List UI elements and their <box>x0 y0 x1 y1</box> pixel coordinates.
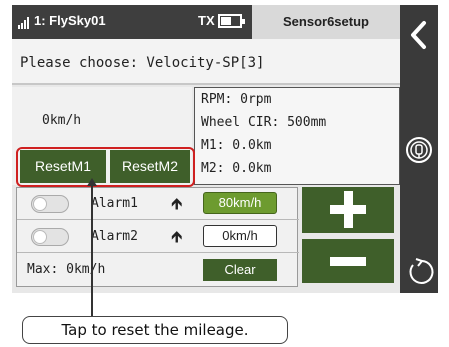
max-speed-label: Max: 0km/h <box>27 262 106 277</box>
model-name: 1: FlySky01 <box>34 13 106 28</box>
screen-title: Sensor6setup <box>252 5 400 39</box>
alarm2-row: Alarm2 🡹 0km/h <box>17 221 299 253</box>
rpm-readout: RPM: 0rpm <box>201 92 272 107</box>
alarm1-value-field[interactable]: 80km/h <box>203 192 277 214</box>
status-bar: 1: FlySky01 TX Sensor6setup <box>12 5 400 39</box>
plus-button[interactable] <box>302 187 394 233</box>
alarm2-value-field[interactable]: 0km/h <box>203 225 277 247</box>
callout-label: Tap to reset the mileage. <box>22 316 288 344</box>
bind-button[interactable] <box>405 135 433 165</box>
back-button[interactable] <box>404 15 434 55</box>
wheel-cir-readout: Wheel CIR: 500mm <box>201 115 327 130</box>
arrow-up-icon: 🡹 <box>171 229 183 246</box>
m1-readout: M1: 0.0km <box>201 138 272 153</box>
battery-icon <box>218 14 245 28</box>
rotate-button[interactable] <box>404 255 436 289</box>
alarm-panel: Alarm1 🡹 80km/h Alarm2 🡹 0km/h Max: 0km/… <box>16 187 299 287</box>
tx-label: TX <box>198 13 215 28</box>
alarm1-toggle[interactable] <box>31 195 69 213</box>
rotate-icon <box>409 258 434 284</box>
signal-bars-icon <box>18 17 32 29</box>
minus-button[interactable] <box>302 239 394 283</box>
device-screen: 1: FlySky01 TX Sensor6setup Please choos… <box>12 5 400 293</box>
m2-readout: M2: 0.0km <box>201 161 272 176</box>
alarm1-label: Alarm1 <box>91 196 138 211</box>
callout-line <box>91 183 93 316</box>
alarm1-row: Alarm1 🡹 80km/h <box>17 188 299 220</box>
arrow-up-icon: 🡹 <box>171 196 183 213</box>
side-rail <box>400 5 438 293</box>
reset-highlight-box <box>16 147 195 187</box>
sensor-prompt: Please choose: Velocity-SP[3] <box>12 39 400 85</box>
speed-value: 0km/h <box>42 113 82 128</box>
info-panel: RPM: 0rpm Wheel CIR: 500mm M1: 0.0km M2:… <box>194 87 400 185</box>
alarm2-label: Alarm2 <box>91 229 138 244</box>
chevron-left-icon <box>411 21 426 49</box>
clear-button[interactable]: Clear <box>203 259 277 281</box>
alarm2-toggle[interactable] <box>31 228 69 246</box>
max-row: Max: 0km/h Clear <box>17 254 299 286</box>
bind-icon <box>406 137 432 163</box>
